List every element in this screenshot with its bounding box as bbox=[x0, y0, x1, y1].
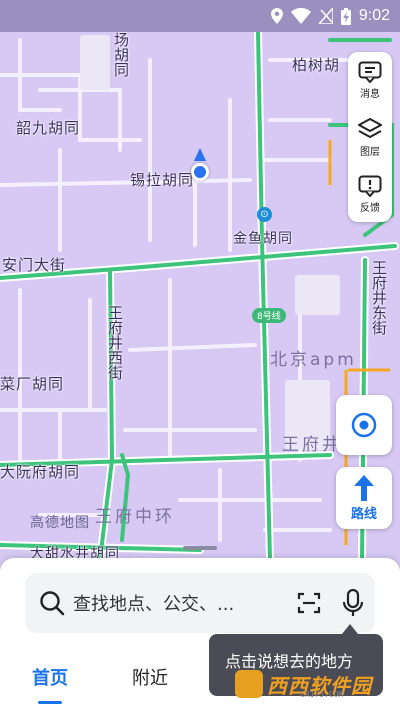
map-label-xila: 锡拉胡同 bbox=[130, 171, 195, 189]
gaode-logo: 高德地图 bbox=[30, 515, 90, 531]
layers-button[interactable]: 图层 bbox=[357, 117, 383, 158]
no-signal-icon bbox=[318, 8, 333, 24]
battery-charging-icon bbox=[340, 7, 351, 25]
route-arrow-icon bbox=[354, 474, 374, 501]
location-icon bbox=[270, 8, 283, 24]
map-label-metro-line: 8号线 bbox=[252, 308, 286, 323]
watermark-subtext: CR173.COM bbox=[300, 690, 344, 699]
tooltip-arrow bbox=[342, 624, 358, 634]
scan-icon bbox=[297, 592, 321, 614]
heading-arrow-icon bbox=[194, 148, 206, 161]
message-button[interactable]: 消息 bbox=[358, 61, 382, 100]
search-box[interactable]: 查找地点、公交、... bbox=[25, 573, 375, 633]
tab-home[interactable]: 首页 bbox=[0, 648, 100, 711]
locate-button[interactable] bbox=[336, 395, 392, 455]
map-label-shaojiu: 韶九胡同 bbox=[16, 119, 81, 137]
feedback-label: 反馈 bbox=[360, 202, 380, 214]
wifi-icon bbox=[290, 8, 311, 24]
message-label: 消息 bbox=[360, 88, 380, 100]
search-placeholder: 查找地点、公交、... bbox=[73, 594, 235, 615]
layers-icon bbox=[358, 117, 382, 138]
route-label: 路线 bbox=[350, 506, 377, 522]
status-bar: 9:02 bbox=[0, 0, 400, 32]
current-location-marker bbox=[191, 163, 209, 181]
voice-button[interactable] bbox=[331, 589, 375, 617]
map-label-wangfujing-west: 王府井西街 bbox=[106, 305, 124, 380]
map-label-beijing-apm: 北京apm bbox=[270, 350, 357, 370]
sheet-drag-handle[interactable] bbox=[183, 546, 217, 550]
map-label-wangfujing-poi: 王府井 bbox=[282, 435, 342, 455]
microphone-icon bbox=[343, 589, 363, 616]
layers-label: 图层 bbox=[360, 146, 380, 158]
feedback-icon bbox=[358, 175, 382, 197]
map-label-anmen: 安门大街 bbox=[2, 256, 67, 274]
tab-nearby[interactable]: 附近 bbox=[100, 648, 200, 711]
map-label-wangfujing-zhonghuan: 王府中环 bbox=[95, 507, 175, 527]
map-label-caichang: 菜厂胡同 bbox=[0, 375, 65, 393]
scan-button[interactable] bbox=[287, 591, 331, 615]
map-tool-panel: 消息 图层 反馈 bbox=[348, 52, 392, 222]
map-label-dayuanfu: 大阮府胡同 bbox=[0, 463, 81, 481]
tab-nearby-label: 附近 bbox=[132, 668, 168, 689]
status-time: 9:02 bbox=[358, 7, 390, 24]
search-icon bbox=[40, 591, 65, 616]
tab-home-label: 首页 bbox=[32, 668, 68, 689]
map-label-jinyu: 金鱼胡同 bbox=[233, 231, 293, 247]
route-button[interactable]: 路线 bbox=[336, 467, 392, 529]
locate-icon bbox=[351, 412, 377, 438]
metro-station-icon[interactable]: ⊙ bbox=[257, 207, 272, 222]
tab-active-indicator bbox=[38, 701, 62, 704]
map-label-baishu: 柏树胡 bbox=[292, 56, 341, 74]
message-icon bbox=[358, 61, 382, 83]
feedback-button[interactable]: 反馈 bbox=[358, 175, 382, 214]
map-label-wangfujing-east: 王府井东街 bbox=[370, 260, 388, 335]
watermark-logo-icon bbox=[235, 670, 263, 698]
